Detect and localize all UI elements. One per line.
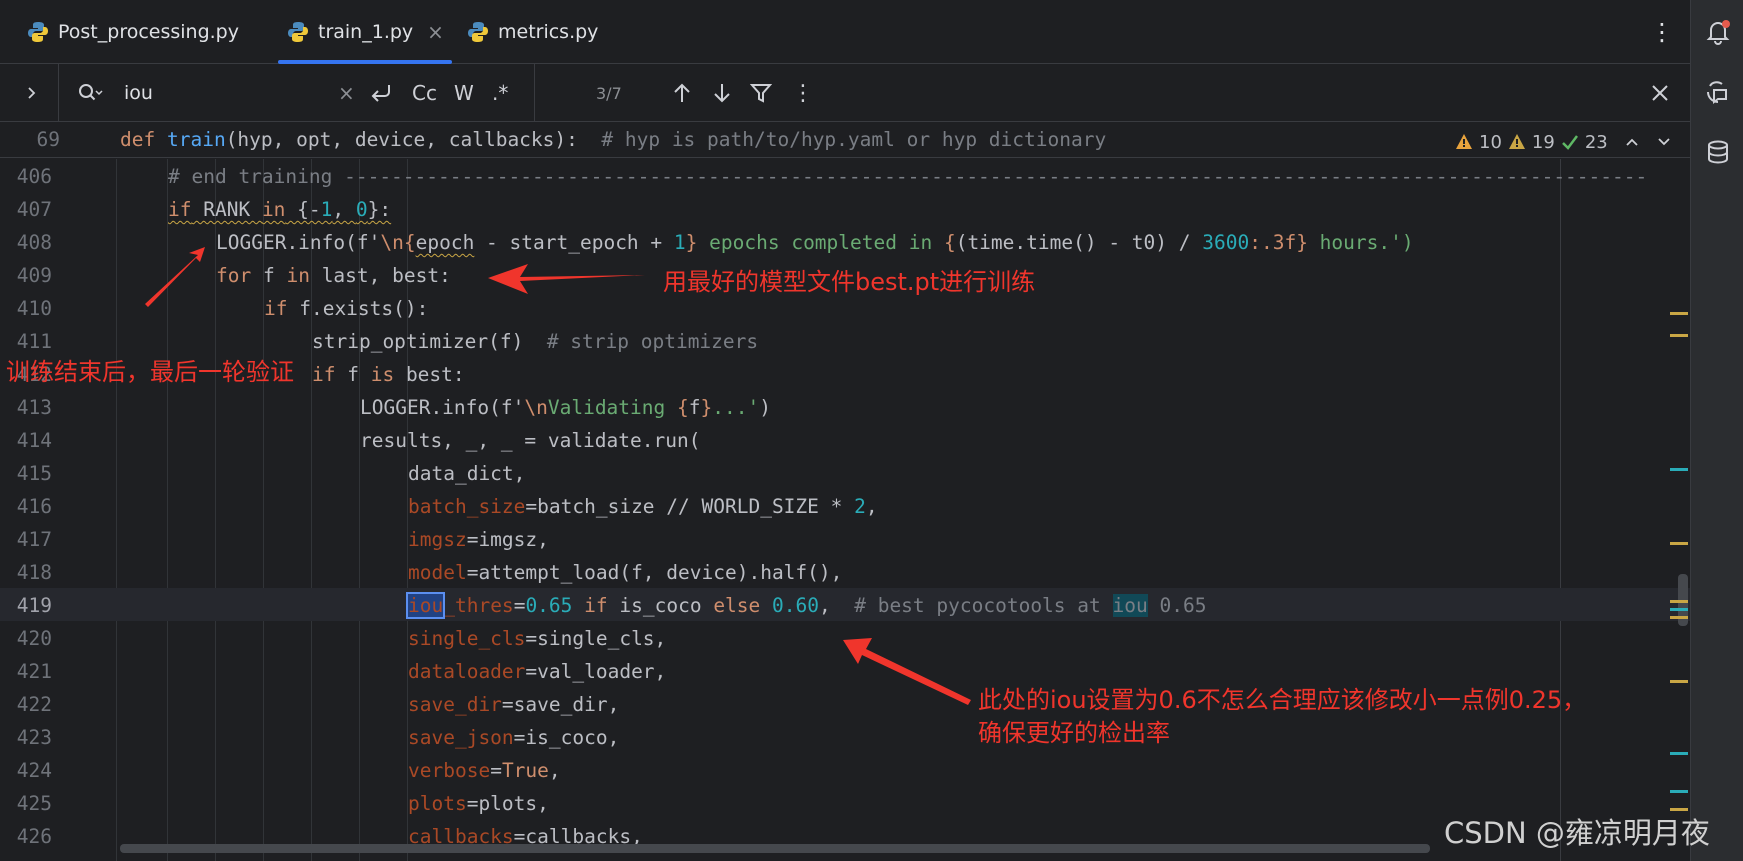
- warning-icon: [1456, 134, 1472, 149]
- weak-warning-icon: [1508, 134, 1525, 149]
- code-line: 417 imgsz=imgsz,: [16, 528, 549, 551]
- sticky-scroll-line[interactable]: 69 def train(hyp, opt, device, callbacks…: [0, 122, 1690, 158]
- tab-label: train_1.py: [318, 21, 414, 43]
- search-result-count: 3/7: [596, 83, 622, 103]
- selected-search-match: iou: [405, 592, 446, 619]
- close-find-icon[interactable]: [1650, 64, 1670, 122]
- tab-post-processing[interactable]: Post_processing.py: [26, 0, 239, 64]
- filter-icon[interactable]: [750, 64, 772, 122]
- clear-search-icon[interactable]: ×: [338, 64, 355, 122]
- search-history-icon[interactable]: [78, 64, 104, 122]
- next-occurrence-icon[interactable]: [712, 64, 732, 122]
- python-file-icon: [286, 20, 310, 44]
- sticky-code: def train(hyp, opt, device, callbacks): …: [120, 128, 1107, 151]
- database-icon[interactable]: [1704, 138, 1732, 166]
- inspection-widget[interactable]: 10 19 23: [1455, 130, 1672, 154]
- python-file-icon: [26, 20, 50, 44]
- expand-replace-icon[interactable]: [24, 64, 40, 122]
- line-number: 69: [36, 128, 60, 151]
- find-bar: × Cc W .* 3/7 ⋮: [0, 64, 1690, 122]
- weak-warning-count: 19: [1531, 131, 1555, 153]
- code-line: 423 save_json=is_coco,: [16, 726, 620, 749]
- next-highlight-icon: [1658, 138, 1670, 146]
- search-match: iou: [1112, 594, 1148, 617]
- code-line: 424 verbose=True,: [16, 759, 561, 782]
- close-icon[interactable]: ×: [427, 20, 444, 44]
- code-line: 425 plots=plots,: [16, 792, 549, 815]
- search-input[interactable]: [124, 78, 324, 108]
- warning-count: 10: [1479, 131, 1502, 153]
- check-icon: [1561, 135, 1578, 150]
- code-line: 418 model=attempt_load(f, device).half(),: [16, 561, 843, 584]
- editor-tab-bar: Post_processing.py train_1.py × metrics.…: [0, 0, 1690, 64]
- code-line: 420 single_cls=single_cls,: [16, 627, 667, 650]
- annotation-best-model: 用最好的模型文件best.pt进行训练: [663, 268, 1036, 296]
- annotation-final-validation: 训练结束后，最后一轮验证: [6, 358, 294, 386]
- annotation-iou-note-1: 此处的iou设置为0.6不怎么合理应该修改小一点例0.25，: [978, 686, 1587, 714]
- tab-train-1[interactable]: train_1.py ×: [278, 0, 452, 64]
- previous-highlight-icon: [1626, 138, 1638, 146]
- code-line: 413 LOGGER.info(f'\nValidating {f}...'): [16, 396, 771, 419]
- notifications-icon[interactable]: [1704, 18, 1732, 46]
- tab-metrics[interactable]: metrics.py: [466, 0, 598, 64]
- more-options-icon[interactable]: ⋮: [792, 64, 814, 122]
- current-code-line: 419 iou_thres=0.65 if is_coco else 0.60, …: [0, 588, 1690, 621]
- more-tabs-icon[interactable]: ⋮: [1650, 18, 1674, 46]
- horizontal-scrollbar[interactable]: [120, 844, 1430, 853]
- new-line-icon[interactable]: [369, 64, 393, 122]
- tab-label: metrics.py: [498, 21, 599, 43]
- code-line: 416 batch_size=batch_size // WORLD_SIZE *…: [16, 495, 878, 518]
- typo-count: 23: [1584, 131, 1608, 153]
- regex-button[interactable]: .*: [492, 64, 508, 122]
- annotation-iou-note-2: 确保更好的检出率: [978, 719, 1170, 747]
- code-line: 407 if RANK in {-1, 0}:: [16, 198, 392, 221]
- right-tool-strip: [1690, 0, 1743, 861]
- sticky-signature: (hyp, opt, device, callbacks):: [225, 128, 602, 151]
- previous-occurrence-icon[interactable]: [672, 64, 692, 122]
- code-line: 408 LOGGER.info(f'\n{epoch - start_epoch …: [16, 231, 1414, 254]
- match-case-button[interactable]: Cc: [412, 64, 437, 122]
- watermark: CSDN @雍凉明月夜: [1444, 816, 1710, 850]
- python-file-icon: [466, 20, 490, 44]
- code-line: 406 # end training ----------------------…: [16, 165, 1648, 188]
- code-line: 414 results, _, _ = validate.run(: [16, 429, 701, 452]
- ai-assistant-icon[interactable]: [1704, 78, 1732, 106]
- whole-words-button[interactable]: W: [454, 64, 474, 122]
- tab-label: Post_processing.py: [58, 21, 239, 43]
- code-line: 415 data_dict,: [16, 462, 526, 485]
